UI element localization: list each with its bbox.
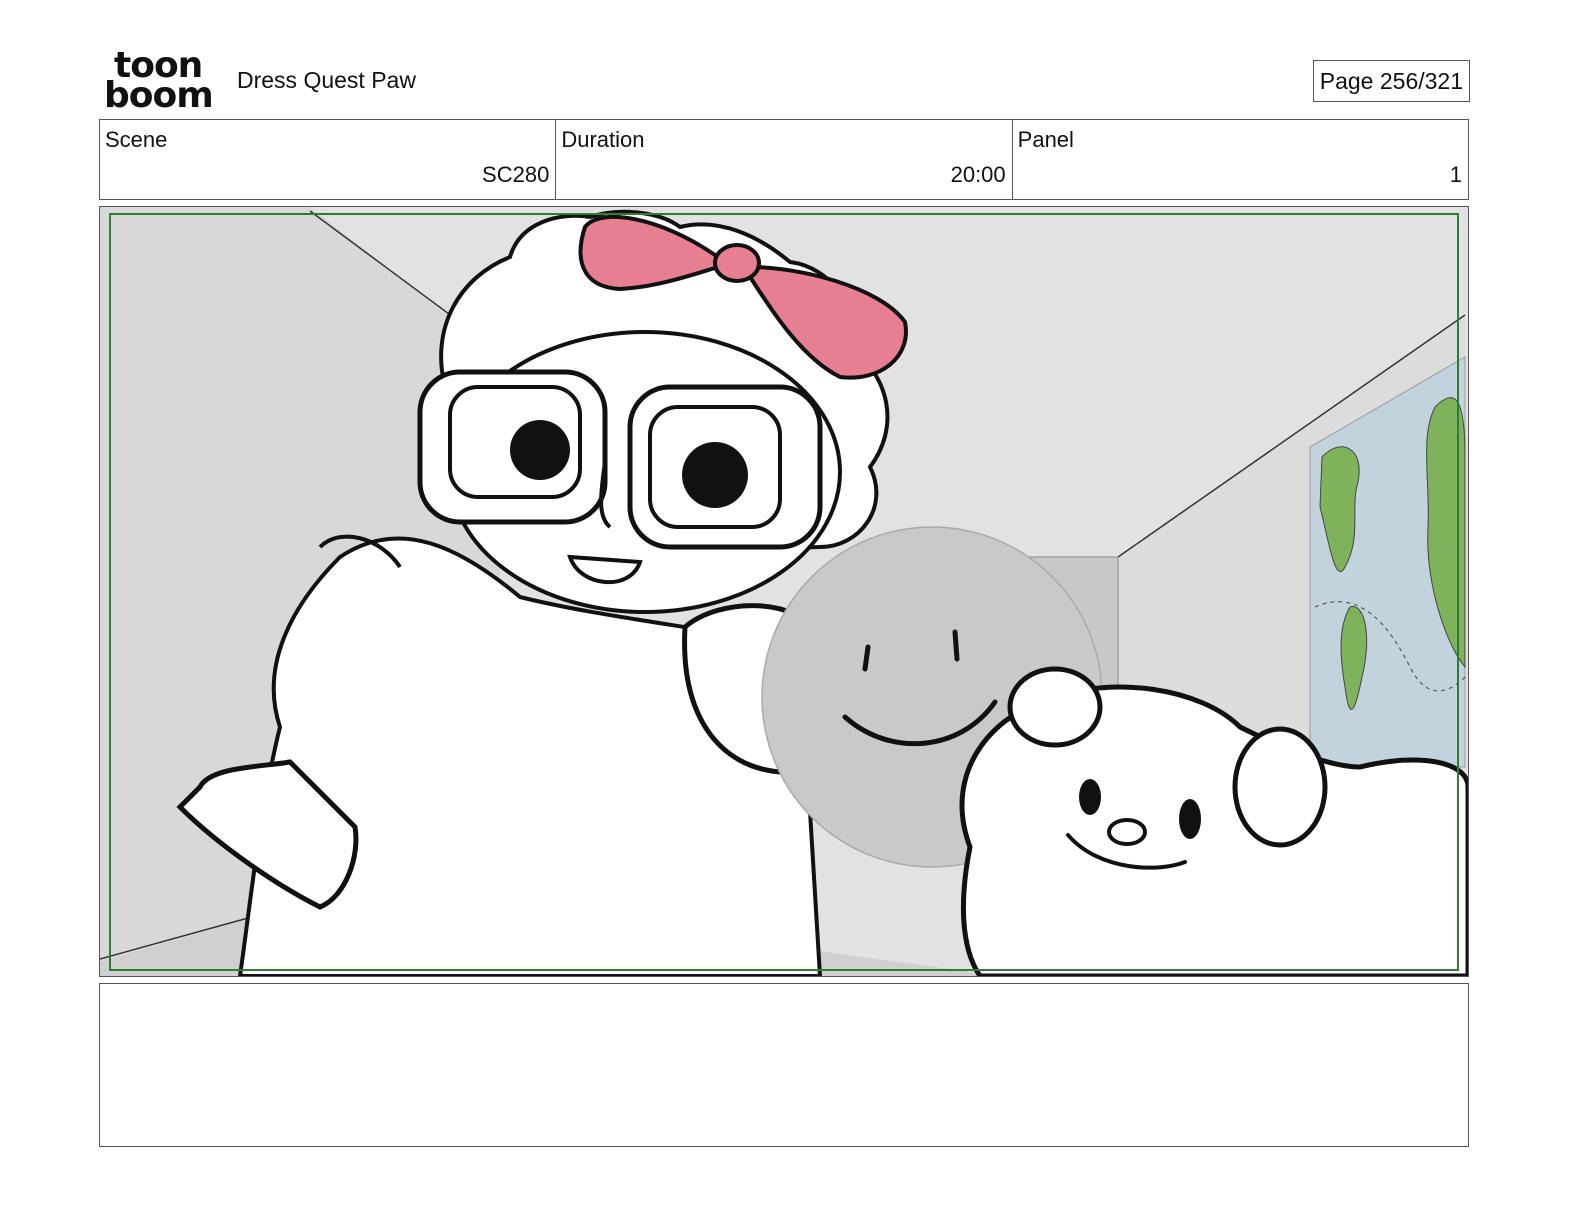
logo-text-bottom: boom [104, 75, 214, 116]
duration-cell: Duration 20:00 [556, 120, 1013, 199]
dog-right-eye [1179, 799, 1201, 839]
dog-left-eye [1079, 779, 1101, 815]
scene-value: SC280 [482, 162, 550, 187]
dog-nose [1107, 818, 1147, 846]
page-indicator: Page 256/321 [1312, 60, 1470, 102]
girl-right-eye [682, 442, 748, 508]
panel-notes-area[interactable] [99, 983, 1469, 1147]
project-title: Dress Quest Paw [237, 67, 416, 93]
storyboard-drawing [100, 207, 1468, 976]
storyboard-panel-image[interactable] [99, 206, 1469, 977]
panel-value: 1 [1449, 162, 1462, 187]
scene-cell: Scene SC280 [100, 120, 557, 199]
ball-right-eye [952, 629, 960, 662]
bow-knot [713, 243, 761, 283]
duration-label: Duration [561, 127, 645, 152]
panel-label: Panel [1017, 127, 1074, 152]
dog-left-ear [1007, 666, 1103, 748]
duration-value: 20:00 [950, 162, 1006, 187]
panel-info-table: Scene SC280 Duration 20:00 Panel 1 [99, 119, 1469, 200]
ball-left-eye [862, 644, 871, 672]
panel-cell: Panel 1 [1013, 120, 1468, 199]
girl-left-eye [510, 420, 570, 480]
page-header: toon boom Dress Quest Paw Page 256/321 [100, 48, 1472, 116]
scene-label: Scene [105, 127, 168, 152]
dog-right-ear [1232, 726, 1328, 848]
toonboom-logo: toon boom [104, 48, 216, 116]
